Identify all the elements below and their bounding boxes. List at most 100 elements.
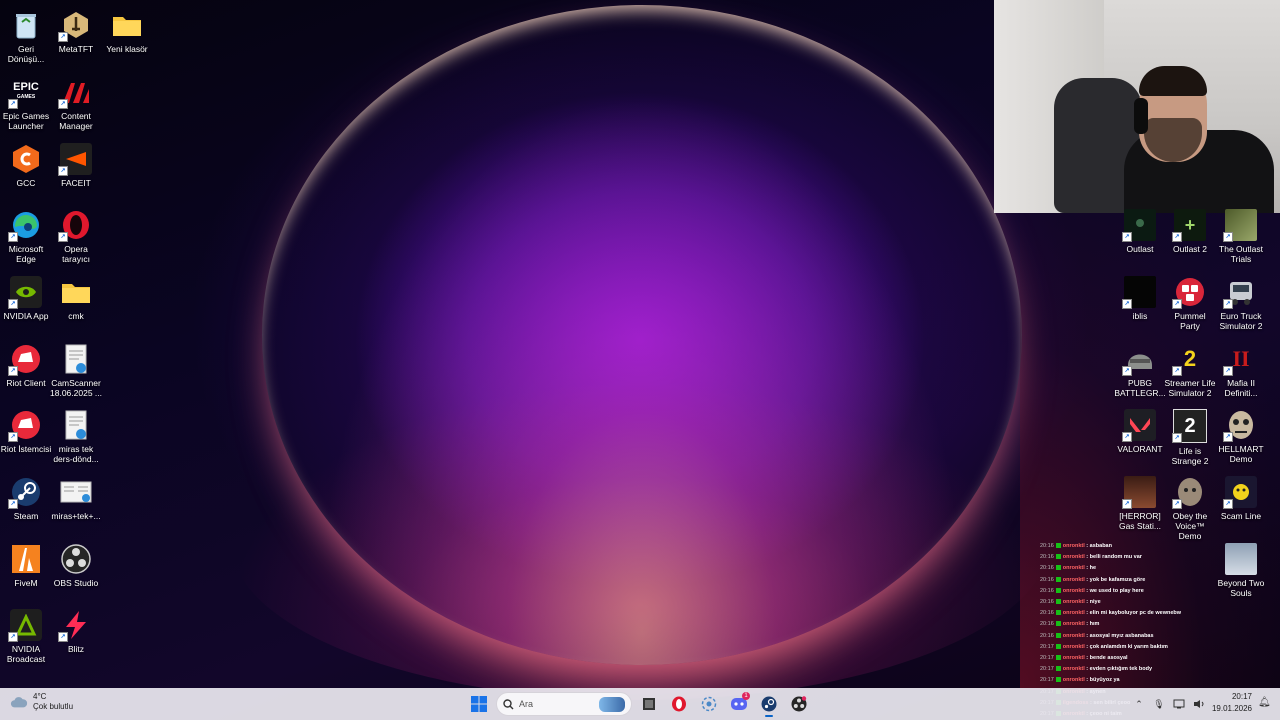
taskbar-search[interactable]: Ara [496,692,632,716]
desktop-icon-riot-client[interactable]: ↗ Riot Client [0,339,52,388]
chat-badge-icon [1055,621,1061,627]
chat-message: 20:17 onronktl : çok anlamdım ki yarım ba… [1040,642,1220,653]
desktop-icon-gcc[interactable]: GCC [0,139,52,188]
shortcut-arrow-icon: ↗ [8,99,18,109]
desktop-icon-opera[interactable]: ↗ Opera tarayıcı [50,205,102,264]
weather-widget[interactable]: 4°C Çok bulutlu [10,692,73,712]
desktop-icon-label: Scam Line [1220,511,1262,521]
valorant-icon: ↗ [1122,409,1156,442]
desktop-icon-hellmart[interactable]: ↗ HELLMART Demo [1215,405,1267,464]
desktop-icon-label: GCC [16,178,36,188]
start-button[interactable] [466,691,492,717]
desktop-icon-streamer-life[interactable]: 2 ↗ Streamer Life Simulator 2 [1164,339,1216,398]
chat-timestamp: 20:17 [1040,666,1054,673]
desktop-icon-label: NVIDIA Broadcast [6,644,46,664]
desktop-icon-label: OBS Studio [53,578,99,588]
desktop-icon-label: Beyond Two Souls [1217,578,1265,598]
desktop-icon-miras-tek[interactable]: miras+tek+... [50,472,102,521]
desktop-icon-steam[interactable]: ↗ Steam [0,472,52,521]
scam-line-icon: ↗ [1223,476,1257,509]
shortcut-arrow-icon: ↗ [58,166,68,176]
desktop-icon-recycle-bin[interactable]: Geri Dönüşü... [0,5,52,64]
herror-icon: ↗ [1122,476,1156,509]
chat-text: : hım [1084,621,1100,628]
chat-username: onronktl [1062,565,1085,572]
desktop-icon-camscanner[interactable]: CamScanner 18.06.2025 ... [50,339,102,398]
shortcut-arrow-icon: ↗ [58,32,68,42]
desktop-icon-fivem[interactable]: FiveM [0,539,52,588]
desktop-icon-iblis[interactable]: ↗ iblis [1114,272,1166,321]
desktop-icon-obey-voice[interactable]: ↗ Obey the Voice™ Demo [1164,472,1216,541]
shortcut-arrow-icon: ↗ [1172,433,1182,443]
desktop-icon-label: miras tek ders-dönd... [53,444,99,464]
chat-text-body: hım [1089,621,1100,628]
steam-icon [761,696,777,712]
chat-timestamp: 20:16 [1040,543,1054,549]
desktop-icon-epic-games[interactable]: EPIC GAMES ↗ Epic Games Launcher [0,72,52,132]
chat-badge-icon [1055,543,1061,549]
chat-text-body: asbaban [1089,543,1112,549]
life-is-strange-icon: 2 ↗ [1172,409,1207,443]
clock-time: 20:17 [1231,692,1252,701]
desktop-icon-miras-tek-ders[interactable]: miras tek ders-dönd... [50,405,102,464]
riot-icon: ↗ [8,343,42,376]
desktop-icon-outlast-2[interactable]: + ↗ Outlast 2 [1164,205,1216,254]
desktop-icon-label: [HERROR] Gas Stati... [1118,511,1162,531]
iblis-icon: ↗ [1122,276,1156,309]
desktop-icon-edge[interactable]: ↗ Microsoft Edge [0,205,52,264]
shortcut-arrow-icon: ↗ [1172,299,1182,309]
desktop-icon-outlast-trials[interactable]: ↗ The Outlast Trials [1215,205,1267,264]
desktop-icon-nvidia-app[interactable]: ↗ NVIDIA App [0,272,52,321]
desktop-icon-outlast[interactable]: ↗ Outlast [1114,205,1166,254]
microphone-icon[interactable]: 🎙︎ [1152,697,1166,711]
desktop-icon-metatft[interactable]: ↗ MetaTFT [50,5,102,54]
taskbar-app-file-explorer[interactable] [636,691,662,717]
chat-username: onronktl [1062,655,1085,662]
desktop-icon-scam-line[interactable]: ↗ Scam Line [1215,472,1267,521]
desktop-icon-euro-truck[interactable]: ↗ Euro Truck Simulator 2 [1215,272,1267,331]
chat-username: onronktl [1062,677,1085,684]
obs-icon [60,543,92,575]
desktop-icon-label: Euro Truck Simulator 2 [1219,311,1263,331]
desktop-icon-nvidia-broadcast[interactable]: ↗ NVIDIA Broadcast [0,605,52,664]
desktop-icon-label: cmk [68,311,84,321]
notification-bell-icon[interactable]: 🔔︎ [1258,697,1271,709]
desktop-icon-pubg[interactable]: ↗ PUBG BATTLEGR... [1114,339,1166,398]
desktop-icon-label: Outlast [1126,244,1154,254]
chat-badge-icon [1055,643,1061,649]
chat-text: : we used to play here [1084,587,1144,594]
desktop-icon-blitz[interactable]: ↗ Blitz [50,605,102,654]
taskbar-app-network[interactable] [696,691,722,717]
desktop-icon-content-manager[interactable]: ↗ Content Manager [50,72,102,131]
desktop-icon-valorant[interactable]: ↗ VALORANT [1114,405,1166,454]
desktop-icon-yeni-klasor[interactable]: Yeni klasör [101,5,153,54]
desktop-icon-label: Riot İstemcisi [0,444,52,454]
desktop-icon-label: iblis [1132,311,1148,321]
taskbar-app-discord[interactable]: 1 [726,691,752,717]
desktop-icon-obs[interactable]: OBS Studio [50,539,102,588]
desktop-icon-riot-istemcisi[interactable]: ↗ Riot İstemcisi [0,405,52,454]
chat-badge-icon [1055,554,1061,560]
chat-timestamp: 20:16 [1040,576,1054,583]
headset-icon [1134,98,1148,134]
chat-text: : asbaban [1084,543,1112,549]
network-icon[interactable] [1172,697,1186,711]
desktop-icon-faceit[interactable]: ↗ FACEIT [50,139,102,188]
chat-text-body: he [1089,565,1097,572]
desktop-icon-cmk[interactable]: cmk [50,272,102,321]
chevron-up-icon[interactable]: ⌃ [1132,697,1146,711]
desktop-icon-herror[interactable]: ↗ [HERROR] Gas Stati... [1114,472,1166,531]
taskbar-app-opera[interactable] [666,691,692,717]
chat-badge-icon [1055,587,1061,593]
fivem-icon [10,543,42,575]
taskbar-app-obs[interactable] [786,691,812,717]
desktop-icon-mafia[interactable]: II ↗ Mafia II Definiti... [1215,339,1267,398]
webcam-overlay [994,0,1280,213]
system-clock[interactable]: 20:17 19.01.2026 [1204,691,1252,715]
chat-badge-icon [1055,632,1061,638]
taskbar-app-steam[interactable] [756,691,782,717]
desktop-icon-label: NVIDIA App [3,311,49,321]
desktop-icon-life-is-strange[interactable]: 2 ↗ Life is Strange 2 [1164,405,1216,466]
desktop-icon-beyond-two-souls[interactable]: Beyond Two Souls [1215,539,1267,598]
desktop-icon-pummel-party[interactable]: ↗ Pummel Party [1164,272,1216,331]
